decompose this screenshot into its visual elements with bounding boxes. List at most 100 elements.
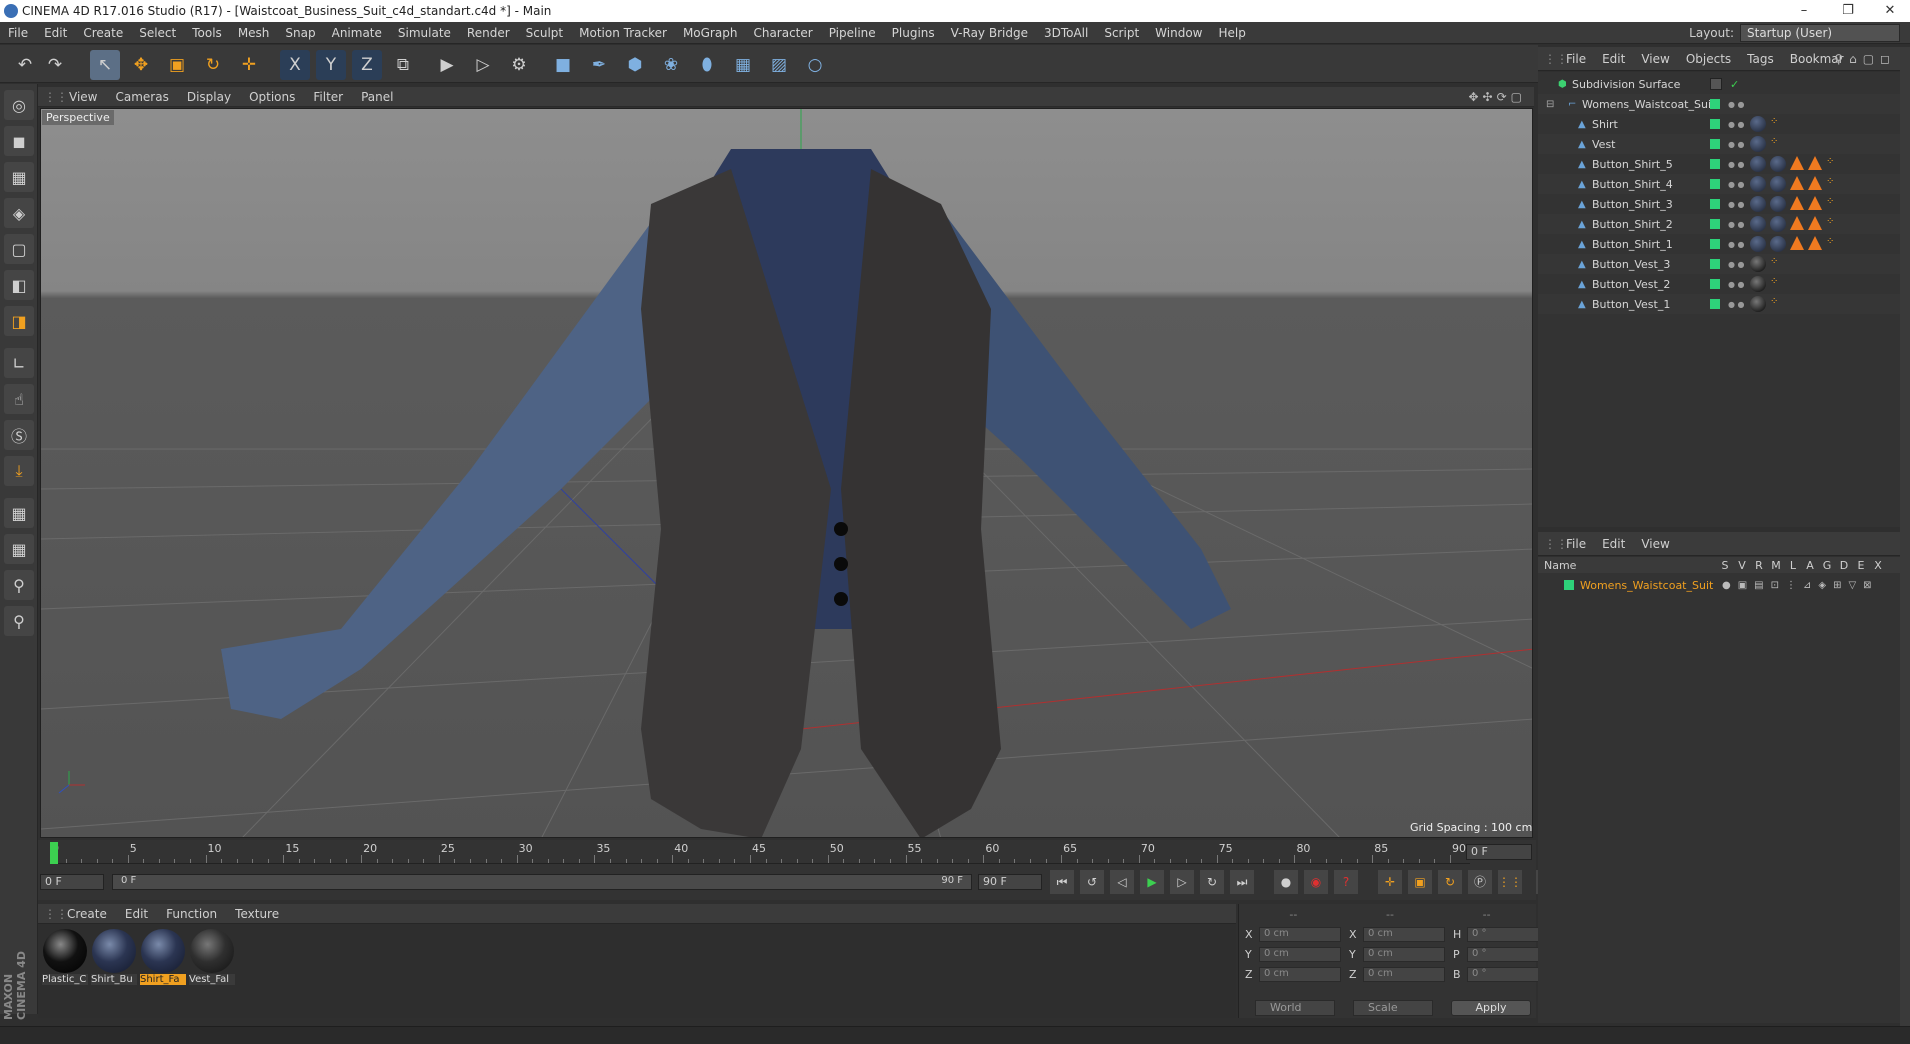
start-frame-field[interactable]: 0 F bbox=[40, 874, 104, 890]
object-menu-file[interactable]: File bbox=[1558, 52, 1594, 66]
menu-select[interactable]: Select bbox=[131, 26, 184, 40]
points-mode-icon[interactable]: ▢ bbox=[4, 234, 34, 264]
visibility-dots-icon[interactable]: ● ● bbox=[1728, 160, 1745, 169]
material-tag-icon[interactable] bbox=[1750, 256, 1766, 272]
object-row[interactable]: ⬢ Subdivision Surface ✓ bbox=[1538, 74, 1900, 94]
object-row[interactable]: ▲ Button_Shirt_4 ● ● ⁘ bbox=[1538, 174, 1900, 194]
selection-tag-icon[interactable] bbox=[1790, 196, 1804, 210]
layout-dropdown[interactable]: Startup (User) bbox=[1740, 24, 1900, 42]
visibility-dots-icon[interactable]: ● ● bbox=[1728, 240, 1745, 249]
visibility-dots-icon[interactable]: ● ● bbox=[1728, 280, 1745, 289]
subdivision-icon[interactable]: ⬢ bbox=[620, 50, 650, 80]
viewport-menu-filter[interactable]: Filter bbox=[304, 90, 352, 104]
layer-color-chip[interactable] bbox=[1710, 199, 1720, 209]
layer-column-v[interactable]: V bbox=[1737, 559, 1747, 572]
minimize-button[interactable]: – bbox=[1784, 0, 1824, 22]
object-menu-edit[interactable]: Edit bbox=[1594, 52, 1633, 66]
material-tag-icon[interactable] bbox=[1750, 116, 1766, 132]
close-button[interactable]: ✕ bbox=[1870, 0, 1910, 22]
redo-icon[interactable]: ↷ bbox=[40, 50, 70, 80]
selection-tag-icon[interactable] bbox=[1808, 156, 1822, 170]
visibility-dots-icon[interactable]: ● ● bbox=[1728, 120, 1745, 129]
shirt-left-sleeve[interactable] bbox=[221, 209, 681, 719]
end-frame-field[interactable]: 90 F bbox=[978, 874, 1042, 890]
python2-icon[interactable]: ⚲ bbox=[4, 606, 34, 636]
vest-button-3[interactable] bbox=[834, 592, 848, 606]
phong-tag-icon[interactable]: ⁘ bbox=[1826, 216, 1838, 228]
coords-size-field[interactable]: 0 cm bbox=[1363, 926, 1445, 942]
material-tag-icon[interactable] bbox=[1770, 196, 1786, 212]
material-tag-icon[interactable] bbox=[1750, 296, 1766, 312]
go-to-end-icon[interactable]: ⏭ bbox=[1230, 870, 1254, 894]
layer-name[interactable]: Womens_Waistcoat_Suit bbox=[1580, 579, 1713, 592]
next-key-icon[interactable]: ↻ bbox=[1200, 870, 1224, 894]
expand-toggle-icon[interactable]: ⊟ bbox=[1546, 99, 1554, 110]
apply-button[interactable]: Apply bbox=[1451, 1000, 1531, 1016]
floor-icon[interactable]: ▦ bbox=[728, 50, 758, 80]
key-scale-icon[interactable]: ▣ bbox=[1408, 870, 1432, 894]
selection-tag-icon[interactable] bbox=[1808, 216, 1822, 230]
coords-mode-dropdown[interactable]: World bbox=[1255, 1000, 1335, 1016]
render-view-icon[interactable]: ▶ bbox=[432, 50, 462, 80]
menu-create[interactable]: Create bbox=[75, 26, 131, 40]
axis-icon[interactable]: ∟ bbox=[4, 348, 34, 378]
current-frame-field[interactable]: 0 F bbox=[1466, 844, 1532, 860]
menu-file[interactable]: File bbox=[0, 26, 36, 40]
object-row[interactable]: ▲ Button_Shirt_5 ● ● ⁘ bbox=[1538, 154, 1900, 174]
layer-column-s[interactable]: S bbox=[1720, 559, 1730, 572]
polygons-mode-icon[interactable]: ◨ bbox=[4, 306, 34, 336]
object-row[interactable]: ▲ Button_Vest_1 ● ● ⁘ bbox=[1538, 294, 1900, 314]
layer-color-chip[interactable] bbox=[1710, 279, 1720, 289]
object-row[interactable]: ▲ Button_Shirt_2 ● ● ⁘ bbox=[1538, 214, 1900, 234]
layer-menu-view[interactable]: View bbox=[1633, 537, 1677, 551]
selection-tag-icon[interactable] bbox=[1790, 156, 1804, 170]
coords-size-field[interactable]: 0 cm bbox=[1363, 946, 1445, 962]
phong-tag-icon[interactable]: ⁘ bbox=[1826, 176, 1838, 188]
viewport-perspective[interactable] bbox=[40, 108, 1533, 838]
object-menu-tags[interactable]: Tags bbox=[1739, 52, 1782, 66]
camera-icon[interactable]: ▨ bbox=[764, 50, 794, 80]
previous-frame-icon[interactable]: ◁ bbox=[1110, 870, 1134, 894]
visibility-dots-icon[interactable]: ● ● bbox=[1728, 200, 1745, 209]
menu-simulate[interactable]: Simulate bbox=[390, 26, 459, 40]
material-swatch[interactable]: Vest_Fal bbox=[189, 928, 235, 992]
key-position-icon[interactable]: ✛ bbox=[1378, 870, 1402, 894]
menu-snap[interactable]: Snap bbox=[277, 26, 323, 40]
vest-button-2[interactable] bbox=[834, 557, 848, 571]
go-to-start-icon[interactable]: ⏮ bbox=[1050, 870, 1074, 894]
right-tab-strip[interactable] bbox=[1900, 47, 1910, 1027]
phong-tag-icon[interactable]: ⁘ bbox=[1770, 276, 1782, 288]
layer-column-l[interactable]: L bbox=[1788, 559, 1798, 572]
selection-tag-icon[interactable] bbox=[1790, 216, 1804, 230]
restore-button[interactable]: ❐ bbox=[1828, 0, 1868, 22]
workplane-lock-icon[interactable]: ▦ bbox=[4, 534, 34, 564]
object-manager-search-icons[interactable]: ⚲⌂▢◻ bbox=[1834, 52, 1896, 66]
coordinate-system-icon[interactable]: ⧉ bbox=[388, 50, 418, 80]
menu-script[interactable]: Script bbox=[1096, 26, 1147, 40]
pen-spline-icon[interactable]: ✒ bbox=[584, 50, 614, 80]
layer-color-chip[interactable] bbox=[1710, 159, 1720, 169]
layer-column-d[interactable]: D bbox=[1839, 559, 1849, 572]
rotate-icon[interactable]: ↻ bbox=[198, 50, 228, 80]
keyframe-selection-icon[interactable]: ? bbox=[1334, 870, 1358, 894]
layer-color-chip[interactable] bbox=[1710, 239, 1720, 249]
object-name[interactable]: Button_Shirt_5 bbox=[1592, 158, 1673, 171]
layer-column-r[interactable]: R bbox=[1754, 559, 1764, 572]
key-pla-icon[interactable]: ⋮⋮ bbox=[1498, 870, 1522, 894]
material-tag-icon[interactable] bbox=[1770, 156, 1786, 172]
edges-mode-icon[interactable]: ◧ bbox=[4, 270, 34, 300]
viewport-navigation-icons[interactable]: ✥✣⟳▢ bbox=[1468, 90, 1526, 104]
undo-icon[interactable]: ↶ bbox=[10, 50, 40, 80]
coords-size-field[interactable]: 0 cm bbox=[1363, 966, 1445, 982]
z-axis-icon[interactable]: Z bbox=[352, 50, 382, 80]
visibility-dots-icon[interactable]: ● ● bbox=[1728, 260, 1745, 269]
viewport-menu-view[interactable]: View bbox=[60, 90, 106, 104]
phong-tag-icon[interactable]: ⁘ bbox=[1770, 256, 1782, 268]
menu-render[interactable]: Render bbox=[459, 26, 518, 40]
menu-character[interactable]: Character bbox=[745, 26, 820, 40]
transform-icon[interactable]: ✛ bbox=[234, 50, 264, 80]
coords-position-field[interactable]: 0 cm bbox=[1259, 966, 1341, 982]
y-axis-icon[interactable]: Y bbox=[316, 50, 346, 80]
frame-range-slider[interactable]: 0 F 90 F bbox=[112, 874, 972, 890]
material-tag-icon[interactable] bbox=[1770, 236, 1786, 252]
